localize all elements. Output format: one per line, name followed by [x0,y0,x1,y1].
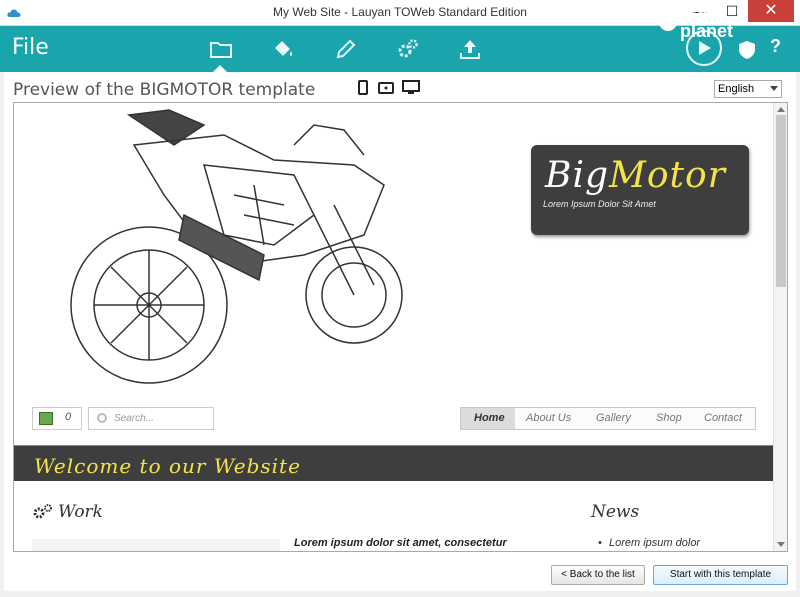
search-icon [97,413,107,423]
scrollbar-thumb[interactable] [776,115,786,287]
softplanet-watermark-logo: soft planet [659,7,733,41]
phone-icon[interactable] [358,80,368,96]
site-nav-menu: Home About Us Gallery Shop Contact [460,407,756,430]
folder-icon[interactable] [208,36,234,62]
search-placeholder: Search... [114,413,155,424]
logo-motor-part: Motor [609,155,726,196]
gears-icon[interactable] [395,36,421,62]
work-image-placeholder [32,539,280,551]
work-heading: Work [32,502,103,522]
preview-title: Preview of the BIGMOTOR template [13,80,316,100]
nav-home-label: Home [474,412,505,424]
news-heading: News [591,502,640,522]
site-search-input[interactable]: Search... [88,407,214,430]
work-text: Lorem ipsum dolor sit amet, consectetur [294,537,507,549]
nav-home[interactable]: Home [461,408,515,429]
template-site: BigMotor Lorem Ipsum Dolor Sit Amet 0 Se… [14,103,774,551]
news-item[interactable]: Lorem ipsum dolor [598,537,700,549]
cart-count: 0 [65,411,72,423]
language-value: English [718,83,755,95]
motorcycle-sketch-image [70,109,403,384]
active-tab-indicator [213,65,227,72]
preview-scrollbar[interactable] [773,103,787,551]
nav-gallery[interactable]: Gallery [596,412,631,424]
scroll-down-arrow-icon[interactable] [777,542,785,547]
nav-shop[interactable]: Shop [656,412,682,424]
paint-bucket-icon[interactable] [270,36,296,62]
work-heading-text: Work [58,502,103,522]
scroll-up-arrow-icon[interactable] [777,107,785,112]
welcome-banner: Welcome to our Website [14,445,774,481]
start-with-template-button[interactable]: Start with this template [653,565,788,585]
logo-text: BigMotor [545,155,726,196]
file-menu[interactable]: File [12,35,49,60]
svg-text:planet: planet [680,21,733,41]
tablet-icon[interactable] [378,80,394,96]
back-to-list-button[interactable]: < Back to the list [551,565,645,585]
desktop-icon[interactable] [402,80,420,96]
nav-contact[interactable]: Contact [704,412,742,424]
logo-tagline: Lorem Ipsum Dolor Sit Amet [543,199,656,209]
site-logo: BigMotor Lorem Ipsum Dolor Sit Amet [531,145,749,235]
chevron-down-icon [770,86,778,91]
cart-widget[interactable]: 0 [32,407,82,430]
template-preview-frame: BigMotor Lorem Ipsum Dolor Sit Amet 0 Se… [13,102,788,552]
pencil-icon[interactable] [333,36,359,62]
cart-box-icon [39,412,53,425]
nav-about-us[interactable]: About Us [526,412,571,424]
welcome-text: Welcome to our Website [34,454,301,478]
language-select[interactable]: English [714,80,782,98]
logo-big-part: Big [545,155,610,196]
content-panel: Preview of the BIGMOTOR template English [4,72,796,591]
upload-icon[interactable] [457,36,483,62]
